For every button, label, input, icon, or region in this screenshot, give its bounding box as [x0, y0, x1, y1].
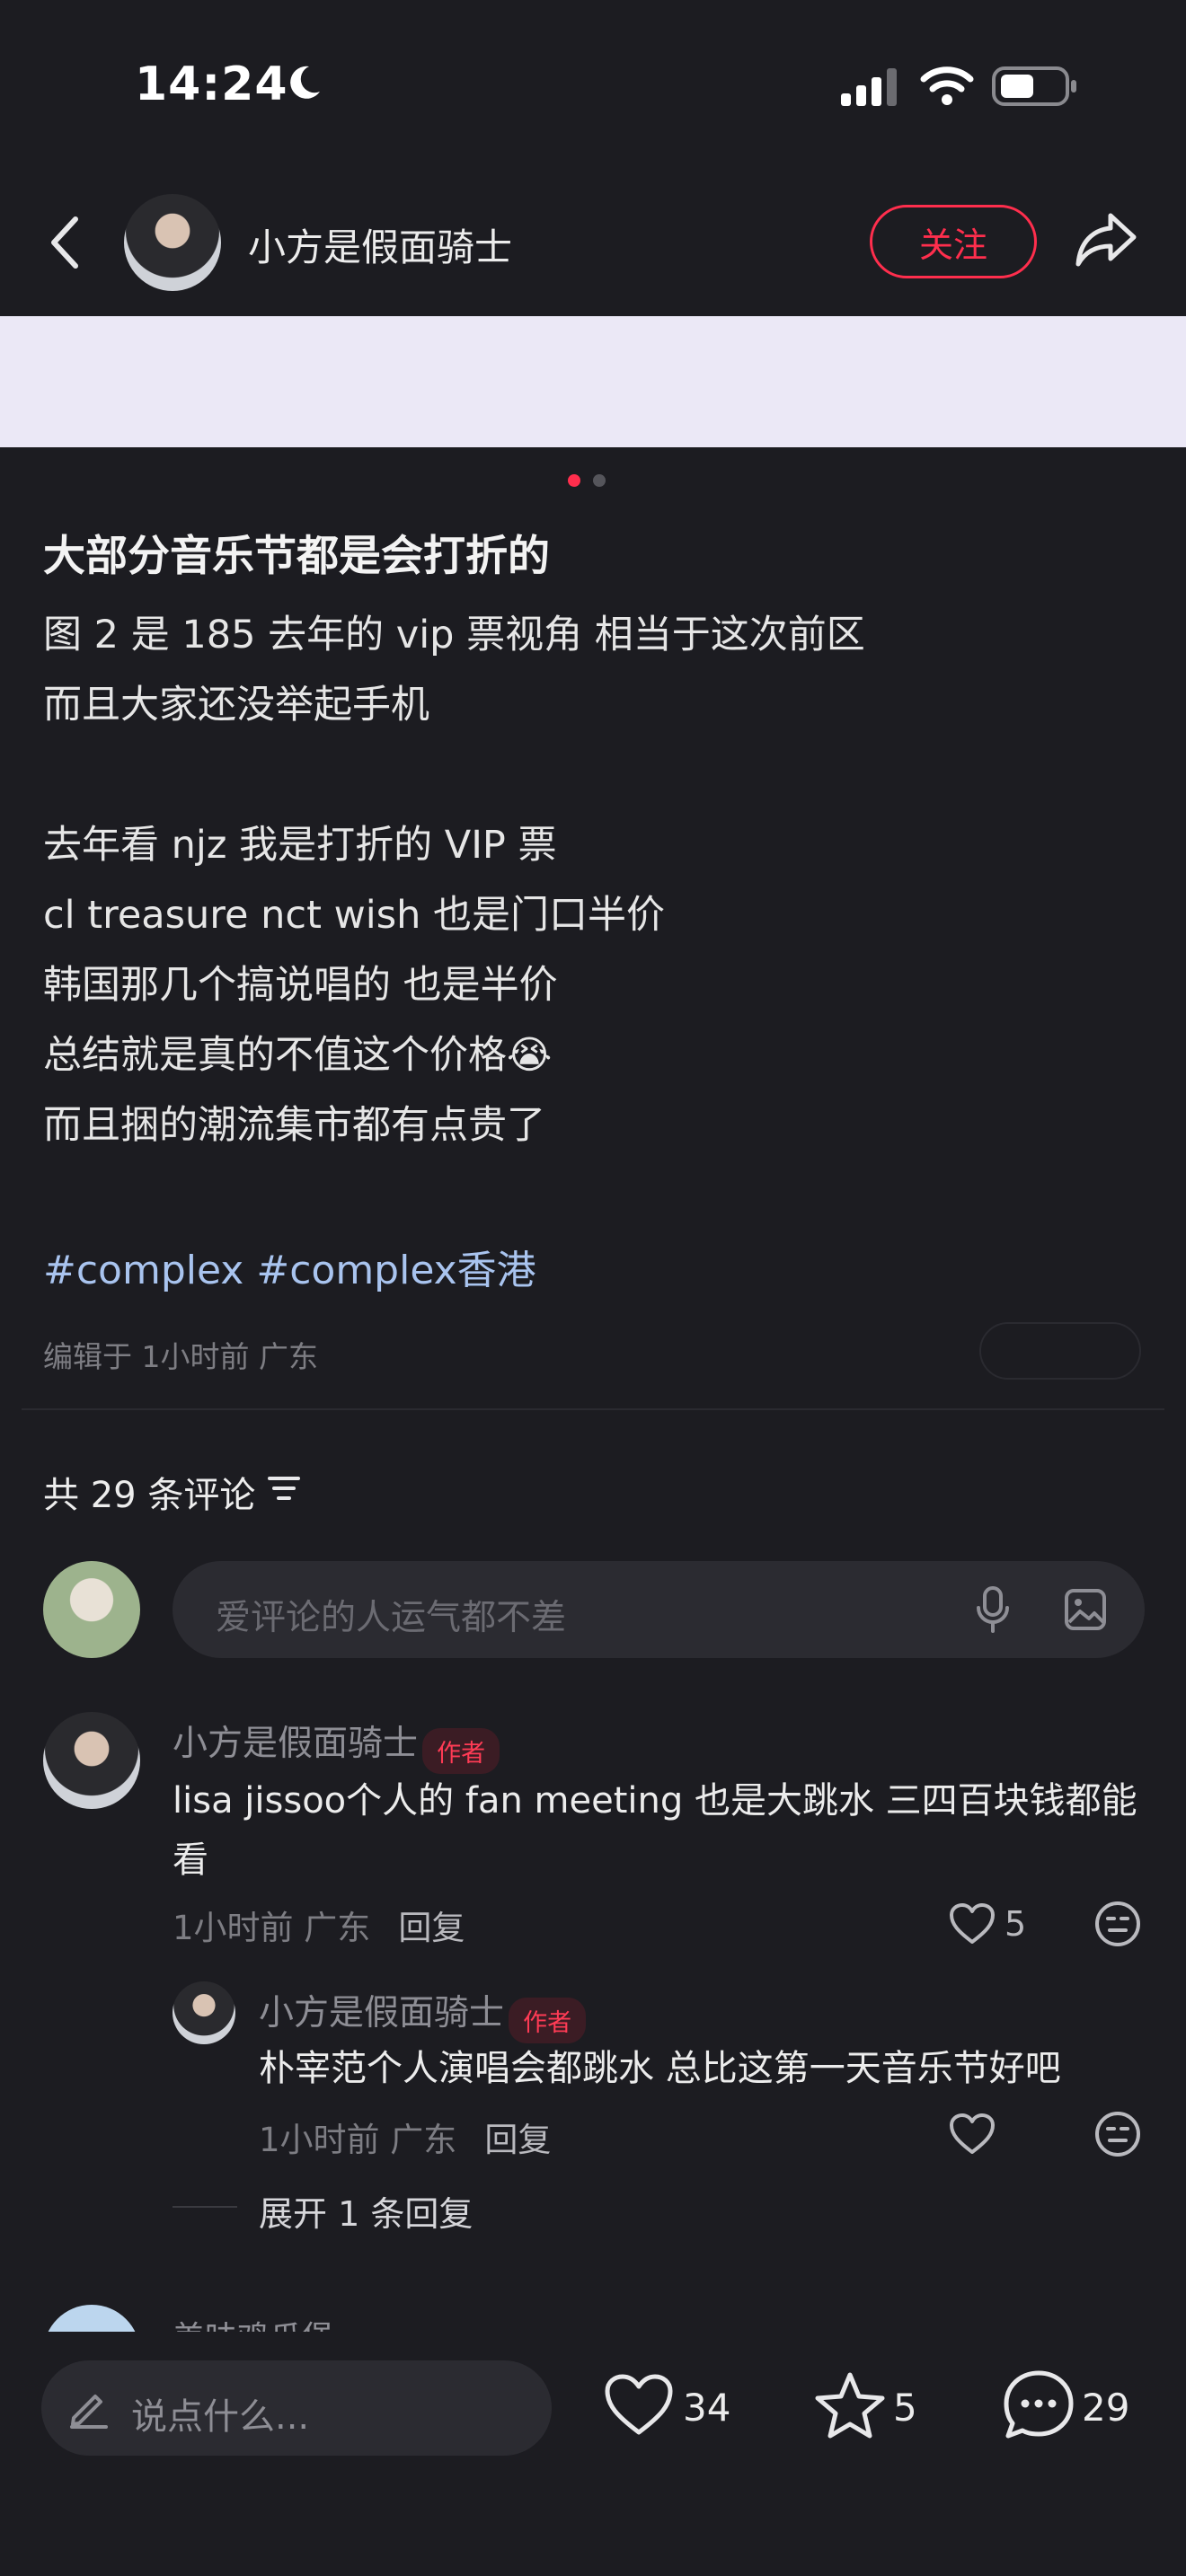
comment-bubble-icon[interactable] [1003, 2369, 1075, 2441]
comment-input-placeholder: 爱评论的人运气都不差 [216, 1598, 567, 1638]
expand-divider [173, 2206, 237, 2208]
reply-author[interactable]: 小方是假面骑士 [259, 1993, 504, 2033]
comment-time: 1小时前 广东 [173, 1909, 371, 1947]
say-something-input[interactable]: 说点什么... [41, 2360, 552, 2456]
post-action-pill[interactable] [979, 1322, 1141, 1380]
hashtag-link[interactable]: #complex [43, 1248, 243, 1293]
post-line: 图 2 是 185 去年的 vip 票视角 相当于这次前区 [43, 613, 865, 657]
post-line: 韩国那几个搞说唱的 也是半价 [43, 963, 558, 1008]
reply-button[interactable]: 回复 [398, 1909, 465, 1947]
battery-icon [992, 66, 1076, 106]
comment-author[interactable]: 小方是假面骑士 [173, 1724, 418, 1764]
post-line: 而且大家还没举起手机 [43, 683, 429, 728]
post-line: 去年看 njz 我是打折的 VIP 票 [43, 823, 557, 868]
post-line [43, 740, 865, 810]
divider [22, 1408, 1164, 1410]
comment-header: 小方是假面骑士 作者 [173, 1716, 500, 1774]
comment-text: lisa jissoo个人的 fan meeting 也是大跳水 三四百块钱都能… [173, 1771, 1152, 1890]
post-line: 总结就是真的不值这个价格😭 [43, 1033, 553, 1078]
reply-text: 朴宰范个人演唱会都跳水 总比这第一天音乐节好吧 [259, 2048, 1061, 2089]
carousel-dot-active [568, 474, 580, 487]
expand-replies-button[interactable]: 展开 1 条回复 [259, 2186, 473, 2236]
cellular-signal-icon [841, 68, 897, 106]
post-line: 而且捆的潮流集市都有点贵了 [43, 1103, 545, 1148]
reply-time: 1小时前 广东 [259, 2121, 457, 2159]
dislike-face-icon[interactable] [1094, 2111, 1141, 2157]
like-count: 34 [683, 2386, 731, 2430]
post-body: 图 2 是 185 去年的 vip 票视角 相当于这次前区 而且大家还没举起手机… [43, 600, 865, 1160]
status-time: 14:24 [135, 57, 288, 111]
post-meta: 编辑于 1小时前 广东 [43, 1339, 318, 1374]
moon-icon [290, 66, 320, 99]
comment-avatar[interactable] [43, 1712, 140, 1809]
heart-icon[interactable] [949, 2113, 996, 2156]
author-badge: 作者 [509, 1998, 587, 2043]
comment-meta: 1小时前 广东 回复 [173, 1901, 465, 1949]
microphone-icon[interactable] [976, 1586, 1010, 1633]
author-name[interactable]: 小方是假面骑士 [248, 217, 512, 272]
author-avatar[interactable] [124, 194, 221, 291]
comments-count: 共 29 条评论 [43, 1475, 256, 1516]
my-avatar [43, 1561, 140, 1658]
wifi-icon [920, 66, 974, 105]
post-line: cl treasure nct wish 也是门口半价 [43, 893, 666, 938]
post-tags: #complex #complex香港 [43, 1238, 536, 1295]
follow-button[interactable]: 关注 [870, 205, 1037, 278]
heart-icon[interactable] [949, 1902, 996, 1945]
carousel-dot [593, 474, 606, 487]
favorite-count: 5 [893, 2386, 917, 2430]
post-image[interactable] [0, 316, 1186, 447]
post-title: 大部分音乐节都是会打折的 [43, 532, 550, 581]
reply-header: 小方是假面骑士 作者 [259, 1985, 587, 2043]
dislike-face-icon[interactable] [1094, 1901, 1141, 1947]
comment-like-count: 5 [1005, 1904, 1027, 1944]
pencil-icon [70, 2395, 108, 2429]
favorite-star-icon[interactable] [814, 2371, 886, 2439]
hashtag-link[interactable]: #complex香港 [256, 1248, 535, 1293]
share-icon[interactable] [1075, 208, 1139, 271]
reply-avatar[interactable] [173, 1981, 235, 2044]
sort-filter-icon[interactable] [268, 1473, 300, 1504]
say-something-placeholder: 说点什么... [131, 2396, 310, 2438]
reply-button[interactable]: 回复 [484, 2121, 551, 2159]
author-badge: 作者 [422, 1728, 500, 1774]
comment-text-line: lisa jissoo个人的 fan meeting 也是大跳水 三四百块钱都能 [173, 1780, 1137, 1822]
comment-input[interactable]: 爱评论的人运气都不差 [173, 1561, 1145, 1658]
like-heart-icon[interactable] [604, 2373, 674, 2438]
comment-count: 29 [1082, 2386, 1130, 2430]
back-arrow-icon[interactable] [47, 214, 83, 271]
comment-text-line: 看 [173, 1839, 208, 1881]
reply-meta: 1小时前 广东 回复 [259, 2113, 551, 2161]
image-picker-icon[interactable] [1064, 1588, 1107, 1631]
